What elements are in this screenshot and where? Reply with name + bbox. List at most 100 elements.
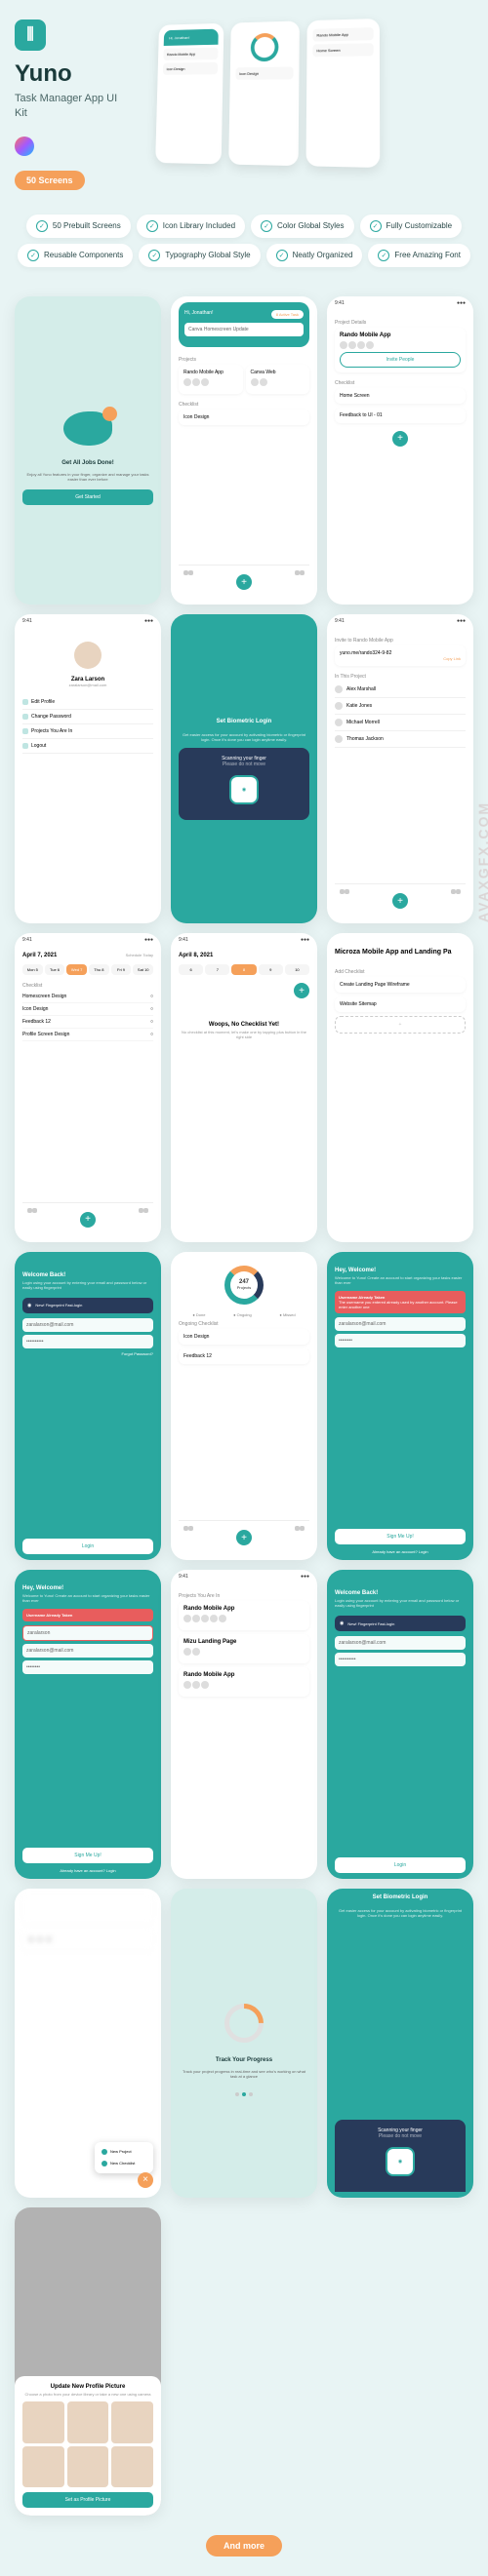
new-checklist-button[interactable]: New Checklist <box>99 2158 149 2169</box>
login-button[interactable]: Login <box>335 1857 466 1873</box>
search-input[interactable]: Canva Homescreen Update <box>184 323 304 336</box>
check-icon: ✓ <box>148 250 160 261</box>
feature-pill: ✓Typography Global Style <box>139 244 260 267</box>
photo-option[interactable] <box>111 2446 153 2488</box>
check-icon: ✓ <box>276 250 288 261</box>
project-card[interactable]: Mizu Landing Page <box>179 1634 309 1663</box>
profile-email: zaralarson@mail.com <box>22 683 153 687</box>
illustration-blob <box>63 411 112 446</box>
screen-track-progress[interactable]: Track Your Progress Track your project p… <box>171 1889 317 2198</box>
hero-section: ⫼ Yuno Task Manager App UI Kit 50 Screen… <box>15 20 473 190</box>
active-tasks-badge: 8 Active Task <box>271 310 304 319</box>
email-input[interactable]: zaralarson@mail.com <box>335 1317 466 1331</box>
screen-onboarding[interactable]: Get All Jobs Done! Enjoy all Yuno featur… <box>15 296 161 605</box>
screen-biometric[interactable]: Set Biometric Login Get easier access fo… <box>171 614 317 923</box>
member-row[interactable]: Thomas Jackson <box>335 731 466 748</box>
screen-signup[interactable]: Hey, Welcome! Welcome to Yuno! Create an… <box>327 1252 473 1561</box>
screen-projects-list[interactable]: 9:41●●● Projects You Are In Rando Mobile… <box>171 1570 317 1879</box>
screen-project-detail[interactable]: 9:41●●● Project Details Rando Mobile App… <box>327 296 473 605</box>
task-item[interactable]: Profile Screen Design○ <box>22 1029 153 1041</box>
task-item[interactable]: Feedback 12○ <box>22 1016 153 1029</box>
fingerprint-icon[interactable]: ◉ <box>229 775 259 804</box>
username-input[interactable]: zaralarson <box>22 1625 153 1641</box>
new-project-button[interactable]: New Project <box>99 2146 149 2158</box>
task-item[interactable]: Homescreen Design○ <box>22 991 153 1003</box>
menu-projects[interactable]: Projects You Are In <box>22 724 153 739</box>
screen-home[interactable]: Hi, Jonathan! 8 Active Task Canva Homesc… <box>171 296 317 605</box>
photo-option[interactable] <box>67 2401 109 2443</box>
signup-button[interactable]: Sign Me Up! <box>22 1848 153 1863</box>
task-item[interactable]: Icon Design <box>179 1329 309 1345</box>
get-started-button[interactable]: Get Started <box>22 489 153 505</box>
photo-option[interactable] <box>22 2401 64 2443</box>
fingerprint-icon[interactable]: ◉ <box>27 1303 31 1308</box>
checklist-input[interactable]: Create Landing Page Wireframe <box>335 977 466 993</box>
menu-edit-profile[interactable]: Edit Profile <box>22 695 153 710</box>
photo-option[interactable] <box>22 2446 64 2488</box>
member-row[interactable]: Katie Jones <box>335 698 466 715</box>
screen-calendar[interactable]: 9:41●●● April 7, 2021Schedule Today Mon … <box>15 933 161 1242</box>
screen-biometric-alt[interactable]: Set Biometric Login Get easier access fo… <box>327 1889 473 2198</box>
task-item[interactable]: Icon Design <box>179 410 309 425</box>
screen-stats[interactable]: 247 Projects ● Done ● Ongoing ● Missed O… <box>171 1252 317 1561</box>
fab-add-button[interactable]: + <box>294 983 309 998</box>
task-item[interactable]: Home Screen <box>335 388 466 404</box>
screen-profile[interactable]: 9:41●●● Zara Larson zaralarson@mail.com … <box>15 614 161 923</box>
screens-grid: Get All Jobs Done! Enjoy all Yuno featur… <box>15 296 473 2517</box>
signup-button[interactable]: Sign Me Up! <box>335 1529 466 1544</box>
set-photo-button[interactable]: Set as Profile Picture <box>22 2492 153 2508</box>
header: Project Details <box>335 320 466 326</box>
error-alert: Username Already Taken <box>22 1609 153 1621</box>
screen-login-alt[interactable]: Welcome Back! Login using your account b… <box>327 1570 473 1879</box>
screen-fab-menu[interactable]: New Project New Checklist × <box>15 1889 161 2198</box>
date-pill[interactable]: Fri 9 <box>111 964 132 975</box>
screen-calendar-empty[interactable]: 9:41●●● April 8, 2021 6 7 8 9 10 + Woops… <box>171 933 317 1242</box>
menu-logout[interactable]: Logout <box>22 739 153 754</box>
task-item[interactable]: Icon Design○ <box>22 1003 153 1016</box>
checklist-input[interactable]: Website Sitemap <box>335 996 466 1012</box>
password-input[interactable]: •••••••••• <box>22 1335 153 1348</box>
password-input[interactable]: •••••••• <box>22 1660 153 1674</box>
date-pill[interactable]: Sat 10 <box>133 964 153 975</box>
photo-option[interactable] <box>67 2446 109 2488</box>
screen-signup-error[interactable]: Hey, Welcome! Welcome to Yuno! Create an… <box>15 1570 161 1879</box>
greeting: Hi, Jonathan! <box>184 310 213 319</box>
date-pill-active[interactable]: Wed 7 <box>66 964 87 975</box>
member-row[interactable]: Michael Morrell <box>335 715 466 731</box>
photo-option[interactable] <box>111 2401 153 2443</box>
fab-add-button[interactable]: + <box>236 574 252 590</box>
screen-update-photo[interactable]: Update New Profile Picture Choose a phot… <box>15 2207 161 2517</box>
fingerprint-icon[interactable]: ◉ <box>386 2147 415 2176</box>
copy-link-button[interactable]: Copy Link <box>340 656 461 661</box>
date-pill[interactable]: Thu 8 <box>89 964 109 975</box>
project-card[interactable]: Rando Mobile App <box>179 1667 309 1697</box>
biometric-title: Set Biometric Login <box>179 719 309 724</box>
avatar[interactable] <box>74 642 102 669</box>
password-input[interactable]: •••••••••• <box>335 1653 466 1666</box>
login-link[interactable]: Already have an account? Login <box>335 1549 466 1554</box>
password-input[interactable]: •••••••• <box>335 1334 466 1347</box>
invite-button[interactable]: Invite People <box>340 352 461 368</box>
menu-change-password[interactable]: Change Password <box>22 710 153 724</box>
screen-add-checklist[interactable]: Microza Mobile App and Landing Pa Add Ch… <box>327 933 473 1242</box>
check-icon: ✓ <box>261 220 272 232</box>
email-input[interactable]: zaralarson@mail.com <box>22 1644 153 1658</box>
fab-add-button[interactable]: + <box>392 431 408 447</box>
add-more-button[interactable]: + <box>335 1016 466 1034</box>
date-pill[interactable]: Mon 5 <box>22 964 43 975</box>
screen-login[interactable]: Welcome Back! Login using your account b… <box>15 1252 161 1561</box>
date-pill[interactable]: Tue 6 <box>45 964 65 975</box>
task-item[interactable]: Feedback 12 <box>179 1348 309 1364</box>
projects-label: Projects <box>179 357 309 363</box>
email-input[interactable]: zaralarson@mail.com <box>22 1318 153 1332</box>
fingerprint-icon[interactable]: ◉ <box>340 1620 344 1626</box>
screen-invite[interactable]: 9:41●●● Invite to Rando Mobile App yuno.… <box>327 614 473 923</box>
task-item[interactable]: Feedback to Ul - 01 <box>335 408 466 423</box>
email-input[interactable]: zaralarson@mail.com <box>335 1636 466 1650</box>
fab-close-button[interactable]: × <box>138 2172 153 2188</box>
login-button[interactable]: Login <box>22 1539 153 1554</box>
forgot-password-link[interactable]: Forgot Password? <box>22 1351 153 1356</box>
project-card[interactable]: Rando Mobile App <box>179 1601 309 1630</box>
member-row[interactable]: Alex Marshall <box>335 682 466 698</box>
check-icon: ✓ <box>378 250 389 261</box>
